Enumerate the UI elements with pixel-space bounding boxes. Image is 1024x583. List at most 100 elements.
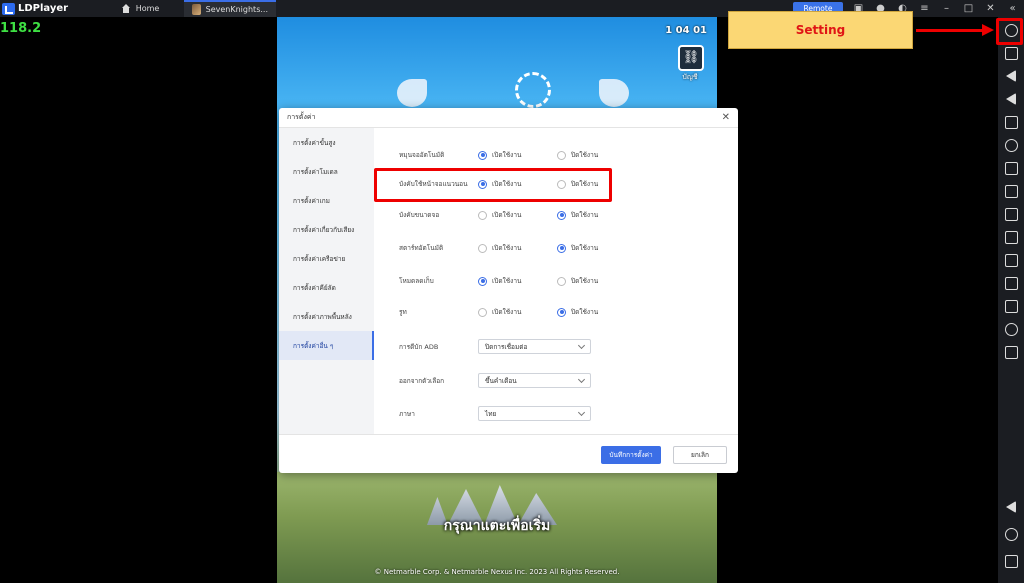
option-off[interactable]: ปิดใช้งาน	[557, 307, 636, 317]
option-label: ปิดใช้งาน	[571, 244, 599, 252]
option-label: เปิดใช้งาน	[492, 244, 522, 252]
cancel-button[interactable]: ยกเลิก	[673, 446, 727, 464]
setting-label: การดีบัก ADB	[399, 342, 439, 351]
settings-dialog: การตั้งค่า ✕ การตั้งค่าขั้นสูง การตั้งค่…	[279, 108, 738, 473]
option-label: ปิดใช้งาน	[571, 211, 599, 219]
exit-option-select[interactable]: ขึ้นคำเตือน	[478, 373, 591, 388]
save-settings-button[interactable]: บันทึกการตั้งค่า	[601, 446, 661, 464]
game-timer: 1 04 01	[665, 25, 707, 36]
setting-row-root: รูท เปิดใช้งาน ปิดใช้งาน	[399, 307, 636, 317]
highlight-settings-icon	[996, 18, 1023, 45]
multi-instance-icon[interactable]	[1005, 185, 1018, 198]
rotate-icon[interactable]	[1005, 346, 1018, 359]
option-off[interactable]: ปิดใช้งาน	[557, 210, 636, 220]
option-label: ปิดใช้งาน	[571, 308, 599, 316]
setting-label: โหมดลดเก็บ	[399, 277, 434, 285]
back-icon[interactable]	[1006, 501, 1016, 513]
volume-up-icon[interactable]	[1006, 70, 1016, 82]
chevron-down-icon	[577, 341, 586, 349]
radio-unselected[interactable]	[557, 150, 566, 160]
sidebar-item-advanced[interactable]: การตั้งค่าขั้นสูง	[279, 128, 374, 157]
sidebar-item-wallpaper[interactable]: การตั้งค่าภาพพื้นหลัง	[279, 302, 374, 331]
folder-icon[interactable]	[1005, 300, 1018, 313]
dialog-close-icon[interactable]: ✕	[722, 112, 730, 123]
select-value: ไทย	[485, 409, 497, 418]
callout-arrow-head-icon	[982, 24, 994, 36]
tab-home-label: Home	[135, 4, 160, 13]
game-emblem	[515, 72, 551, 108]
option-label: เปิดใช้งาน	[492, 277, 522, 285]
radio-selected[interactable]	[478, 276, 487, 286]
option-off[interactable]: ปิดใช้งาน	[557, 243, 636, 253]
keyboard-mapping-icon[interactable]	[1005, 47, 1018, 60]
radio-unselected[interactable]	[478, 307, 487, 317]
fps-counter: 118.2	[0, 21, 42, 36]
setting-row-exit-option: ออกจากตัวเลือก ขึ้นคำเตือน	[399, 373, 591, 388]
sync-icon[interactable]	[1005, 254, 1018, 267]
option-off[interactable]: ปิดใช้งาน	[557, 150, 636, 160]
setting-label: บังคับขนาดจอ	[399, 211, 440, 219]
collapse-sidebar-icon[interactable]: «	[1006, 2, 1019, 15]
tab-home[interactable]: Home	[96, 0, 184, 17]
recent-apps-icon[interactable]	[1005, 555, 1018, 568]
radio-selected[interactable]	[557, 307, 566, 317]
option-label: เปิดใช้งาน	[492, 151, 522, 159]
radio-unselected[interactable]	[557, 276, 566, 286]
screenshot-icon[interactable]	[1005, 116, 1018, 129]
app-logo: LDPlayer	[0, 2, 96, 15]
sidebar-item-game[interactable]: การตั้งค่าเกม	[279, 186, 374, 215]
highlight-force-landscape	[374, 168, 612, 202]
option-on[interactable]: เปิดใช้งาน	[478, 243, 557, 253]
record-video-icon[interactable]	[1005, 231, 1018, 244]
radio-selected[interactable]	[478, 150, 487, 160]
tap-to-start-text[interactable]: กรุณาแตะเพื่อเริ่ม	[277, 515, 717, 537]
apk-install-icon[interactable]	[1005, 162, 1018, 175]
home-icon	[121, 4, 131, 13]
option-on[interactable]: เปิดใช้งาน	[478, 276, 557, 286]
setting-label: รูท	[399, 308, 407, 316]
chevron-down-icon	[577, 375, 586, 383]
maximize-icon[interactable]: □	[962, 2, 975, 15]
option-on[interactable]: เปิดใช้งาน	[478, 307, 557, 317]
home-circle-icon[interactable]	[1005, 528, 1018, 541]
sidebar-item-network[interactable]: การตั้งค่าเครือข่าย	[279, 244, 374, 273]
setting-label: สตาร์ทอัตโนมัติ	[399, 244, 444, 252]
radio-selected[interactable]	[557, 243, 566, 253]
auto-click-icon[interactable]	[1005, 139, 1018, 152]
setting-row-language: ภาษา ไทย	[399, 406, 591, 421]
tab-sevenknights[interactable]: SevenKnights...	[184, 0, 276, 17]
adb-debug-select[interactable]: ปิดการเชื่อมต่อ	[478, 339, 591, 354]
scissors-icon[interactable]	[1005, 208, 1018, 221]
right-toolbar	[998, 17, 1024, 583]
app-name: LDPlayer	[18, 3, 69, 14]
dialog-title: การตั้งค่า	[287, 113, 316, 121]
location-icon[interactable]	[1005, 323, 1018, 336]
volume-down-icon[interactable]	[1006, 93, 1016, 105]
sidebar-item-other[interactable]: การตั้งค่าอื่น ๆ	[279, 331, 374, 360]
setting-row-auto-rotate: หมุนจออัตโนมัติ เปิดใช้งาน ปิดใช้งาน	[399, 150, 636, 160]
close-icon[interactable]: ✕	[984, 2, 997, 15]
account-link-icon[interactable]: ⛓	[678, 45, 704, 71]
sidebar-item-shortcuts[interactable]: การตั้งค่าคีย์ลัด	[279, 273, 374, 302]
option-off[interactable]: ปิดใช้งาน	[557, 276, 636, 286]
select-value: ปิดการเชื่อมต่อ	[485, 342, 528, 351]
option-on[interactable]: เปิดใช้งาน	[478, 150, 557, 160]
minimize-icon[interactable]: –	[940, 2, 953, 15]
dialog-footer: บันทึกการตั้งค่า ยกเลิก	[279, 434, 738, 473]
option-on[interactable]: เปิดใช้งาน	[478, 210, 557, 220]
shake-icon[interactable]	[1005, 277, 1018, 290]
copyright-text: © Netmarble Corp. & Netmarble Nexus Inc.…	[374, 568, 620, 576]
option-label: ปิดใช้งาน	[571, 151, 599, 159]
sidebar-item-audio[interactable]: การตั้งค่าเกี่ยวกับเสียง	[279, 215, 374, 244]
radio-unselected[interactable]	[478, 210, 487, 220]
sidebar-item-model[interactable]: การตั้งค่าโมเดล	[279, 157, 374, 186]
option-label: เปิดใช้งาน	[492, 308, 522, 316]
setting-label: ออกจากตัวเลือก	[399, 376, 445, 385]
radio-selected[interactable]	[557, 210, 566, 220]
radio-unselected[interactable]	[478, 243, 487, 253]
menu-icon[interactable]: ≡	[918, 2, 931, 15]
option-label: ปิดใช้งาน	[571, 277, 599, 285]
setting-label: ภาษา	[399, 409, 415, 418]
language-select[interactable]: ไทย	[478, 406, 591, 421]
ldplayer-logo-icon	[2, 2, 15, 15]
